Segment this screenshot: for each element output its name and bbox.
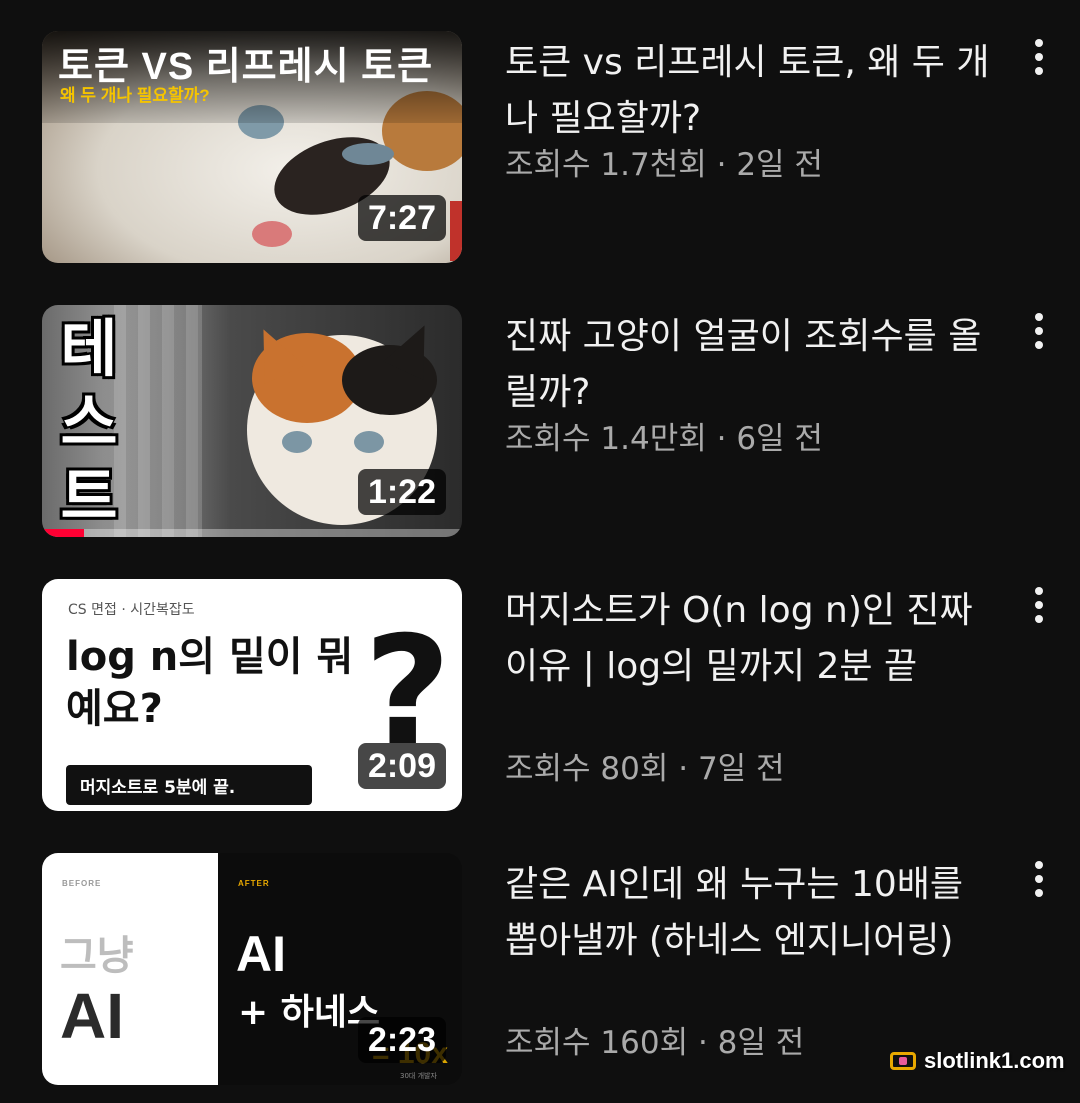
- vertical-ellipsis-icon: [1035, 53, 1043, 61]
- watch-progress-bar: [42, 529, 462, 537]
- video-thumbnail[interactable]: 테스트 1:22: [42, 305, 462, 537]
- vertical-ellipsis-icon: [1035, 587, 1043, 595]
- before-label: BEFORE: [62, 879, 102, 888]
- watermark: slotlink1.com: [890, 1048, 1065, 1074]
- video-thumbnail[interactable]: 토큰 VS 리프레시 토큰 왜 두 개나 필요할까? 7:27: [42, 31, 462, 263]
- thumbnail-dev-label: 30대 개발자: [400, 1072, 437, 1080]
- duration-badge: 2:09: [357, 743, 446, 789]
- more-options-button[interactable]: [1022, 859, 1056, 899]
- thumbnail-image: [450, 201, 462, 261]
- video-title[interactable]: 같은 AI인데 왜 누구는 10배를 뽑아낼까 (하네스 엔지니어링): [505, 857, 1005, 969]
- thumbnail-box-text: 머지소트로 5분에 끝.: [80, 778, 236, 798]
- thumbnail-caption: CS 면접 · 시간복잡도: [68, 602, 195, 618]
- thumbnail-plain-word: 그냥: [60, 933, 134, 979]
- vertical-ellipsis-icon: [1035, 875, 1043, 883]
- vertical-ellipsis-icon: [1035, 341, 1043, 349]
- vertical-ellipsis-icon: [1035, 67, 1043, 75]
- watch-progress-fill: [42, 529, 84, 537]
- duration-badge: 1:22: [357, 469, 446, 515]
- thumbnail-image: [342, 143, 394, 165]
- video-thumbnail[interactable]: CS 면접 · 시간복잡도 log n의 밑이 뭐예요? ? 머지소트로 5분에…: [42, 579, 462, 811]
- vertical-ellipsis-icon: [1035, 861, 1043, 869]
- video-meta: 조회수 80회 · 7일 전: [505, 751, 785, 787]
- video-thumbnail[interactable]: BEFORE AFTER 그냥 AI AI + 하네스 = 10x 30대 개발…: [42, 853, 462, 1085]
- vertical-ellipsis-icon: [1035, 615, 1043, 623]
- video-title[interactable]: 머지소트가 O(n log n)인 진짜 이유 | log의 밑까지 2분 끝: [505, 583, 1005, 695]
- vertical-ellipsis-icon: [1035, 313, 1043, 321]
- more-options-button[interactable]: [1022, 37, 1056, 77]
- vertical-ellipsis-icon: [1035, 327, 1043, 335]
- video-title[interactable]: 진짜 고양이 얼굴이 조회수를 올릴까?: [505, 309, 1005, 421]
- video-item-3[interactable]: CS 면접 · 시간복잡도 log n의 밑이 뭐예요? ? 머지소트로 5분에…: [0, 579, 1080, 819]
- video-meta: 조회수 1.7천회 · 2일 전: [505, 147, 823, 183]
- thumbnail-ai-left: AI: [60, 980, 124, 1052]
- thumbnail-image: [354, 431, 384, 453]
- vertical-ellipsis-icon: [1035, 39, 1043, 47]
- after-label: AFTER: [238, 879, 270, 888]
- duration-badge: 2:23: [357, 1017, 446, 1063]
- video-item-2[interactable]: 테스트 1:22 진짜 고양이 얼굴이 조회수를 올릴까? 조회수 1.4만회 …: [0, 305, 1080, 545]
- vertical-ellipsis-icon: [1035, 601, 1043, 609]
- video-item-1[interactable]: 토큰 VS 리프레시 토큰 왜 두 개나 필요할까? 7:27 토큰 vs 리프…: [0, 31, 1080, 271]
- more-options-button[interactable]: [1022, 585, 1056, 625]
- duration-badge: 7:27: [357, 195, 446, 241]
- thumbnail-image: [282, 431, 312, 453]
- video-meta: 조회수 1.4만회 · 6일 전: [505, 421, 823, 457]
- watermark-text: slotlink1.com: [924, 1048, 1065, 1073]
- more-options-button[interactable]: [1022, 311, 1056, 351]
- thumbnail-ai-right: AI: [236, 926, 286, 982]
- thumbnail-big-text: log n의 밑이 뭐예요?: [66, 634, 354, 732]
- thumbnail-vertical-text: 테스트: [60, 315, 118, 532]
- video-title[interactable]: 토큰 vs 리프레시 토큰, 왜 두 개나 필요할까?: [505, 35, 1005, 147]
- vertical-ellipsis-icon: [1035, 889, 1043, 897]
- thumbnail-subline: 왜 두 개나 필요할까?: [60, 86, 210, 105]
- watermark-logo-icon: [890, 1052, 916, 1070]
- thumbnail-image: [252, 221, 292, 247]
